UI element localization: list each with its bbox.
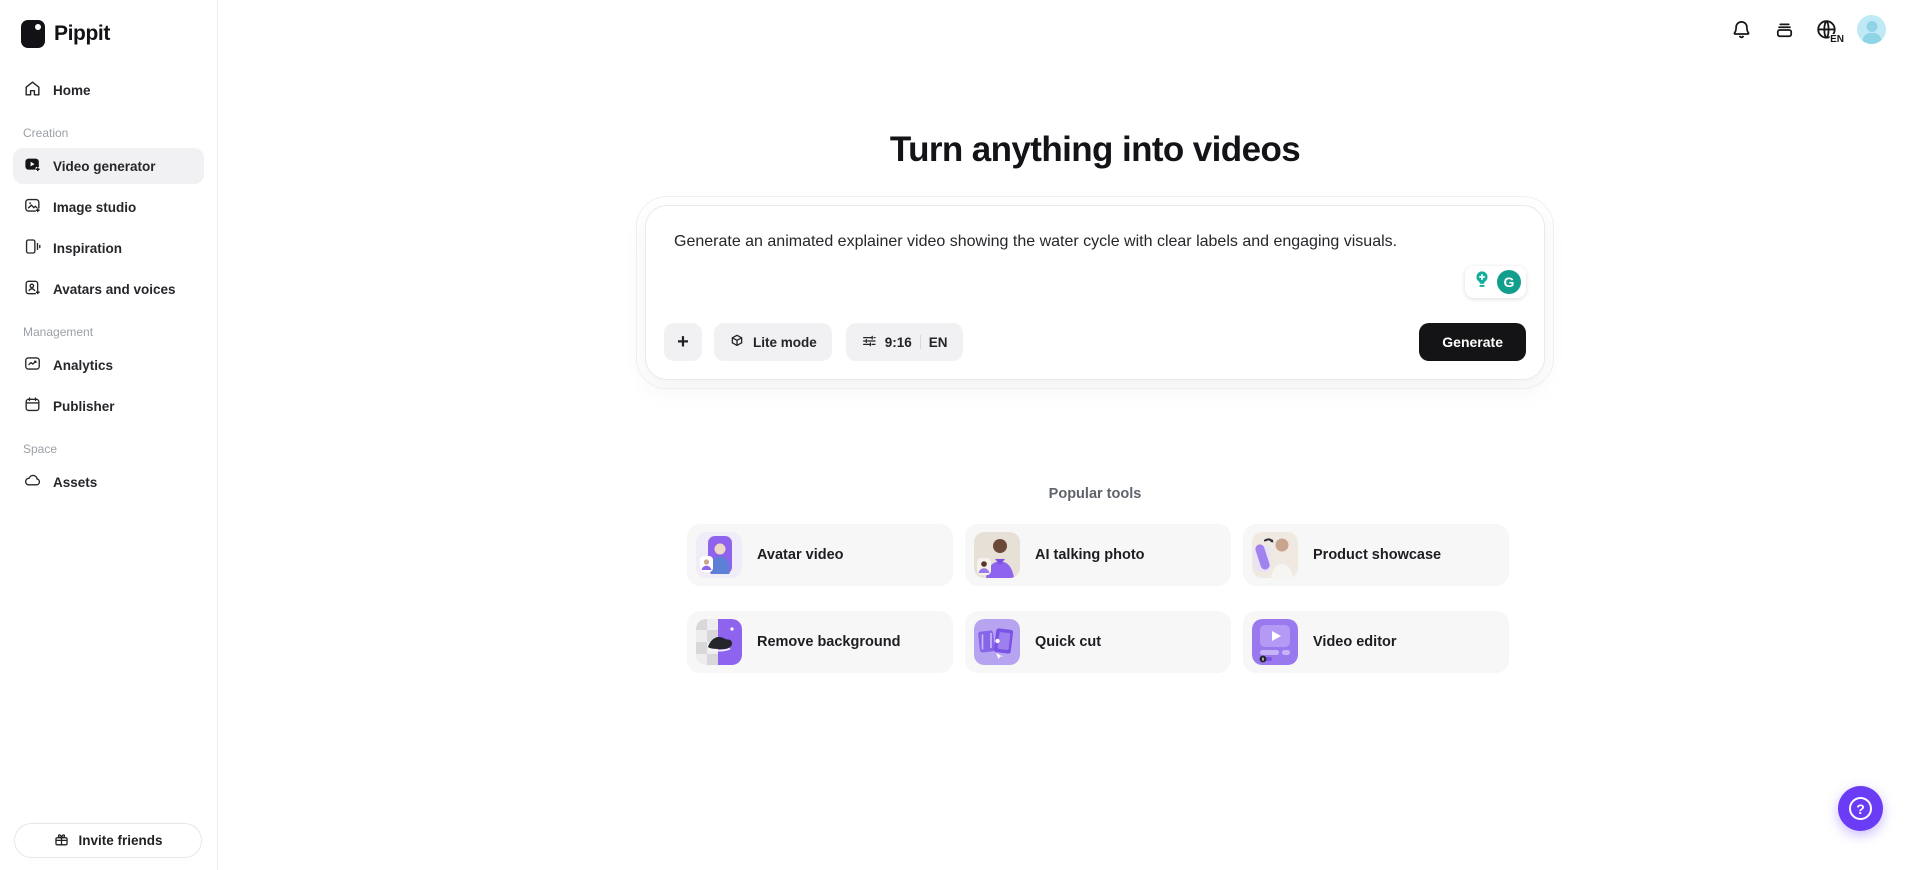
inspiration-icon — [23, 237, 42, 259]
sidebar-section-creation: Creation — [13, 126, 204, 140]
invite-friends-button[interactable]: Invite friends — [14, 823, 202, 858]
tool-label: AI talking photo — [1035, 547, 1145, 563]
avatars-and-voices-icon — [23, 278, 42, 300]
sidebar-item-label: Video generator — [53, 159, 156, 174]
sidebar-item-inspiration[interactable]: Inspiration — [13, 230, 204, 266]
sidebar-item-label: Image studio — [53, 200, 136, 215]
generate-button[interactable]: Generate — [1419, 323, 1526, 361]
tool-label: Video editor — [1313, 634, 1397, 650]
account-avatar[interactable] — [1857, 15, 1886, 44]
tool-card-quick-cut[interactable]: Quick cut — [965, 611, 1231, 673]
settings-sliders-icon — [861, 333, 877, 352]
help-button[interactable]: ? — [1838, 786, 1883, 831]
pippit-logo-icon — [21, 20, 45, 48]
language-globe-icon[interactable]: EN — [1814, 17, 1840, 43]
analytics-icon — [23, 354, 42, 376]
help-icon: ? — [1849, 797, 1872, 820]
ai-talking-photo-thumbnail — [974, 532, 1020, 578]
remove-background-thumbnail — [696, 619, 742, 665]
sidebar-item-label: Inspiration — [53, 241, 122, 256]
popular-tools-grid: Avatar video AI talking photo Product sh… — [687, 524, 1509, 673]
tool-card-ai-talking-photo[interactable]: AI talking photo — [965, 524, 1231, 586]
sidebar-item-home[interactable]: Home — [13, 72, 204, 108]
assets-cloud-icon — [23, 471, 42, 493]
grammarly-suggestion-icon — [1470, 268, 1494, 297]
sidebar-item-avatars-and-voices[interactable]: Avatars and voices — [13, 271, 204, 307]
popular-tools-title: Popular tools — [645, 486, 1545, 502]
header-actions: EN — [1728, 15, 1886, 44]
prompt-toolbar: + Lite mode 9:16 EN Generate — [664, 323, 1526, 361]
sidebar-item-publisher[interactable]: Publisher — [13, 388, 204, 424]
publisher-icon — [23, 395, 42, 417]
video-editor-thumbnail — [1252, 619, 1298, 665]
quick-cut-thumbnail — [974, 619, 1020, 665]
prompt-card: Generate an animated explainer video sho… — [645, 205, 1545, 380]
sidebar-item-assets[interactable]: Assets — [13, 464, 204, 500]
image-studio-icon — [23, 196, 42, 218]
product-showcase-thumbnail — [1252, 532, 1298, 578]
sidebar-item-label: Publisher — [53, 399, 115, 414]
grammarly-logo-icon: G — [1497, 270, 1521, 294]
add-attachment-button[interactable]: + — [664, 323, 702, 361]
pill-divider — [920, 335, 921, 349]
tool-label: Remove background — [757, 634, 900, 650]
sidebar: Pippit Home Creation Video generator Ima… — [0, 0, 218, 870]
pippit-app: Pippit Home Creation Video generator Ima… — [0, 0, 1920, 870]
home-icon — [23, 79, 42, 101]
voice-language-value: EN — [929, 335, 948, 350]
tool-label: Avatar video — [757, 547, 844, 563]
sidebar-section-space: Space — [13, 442, 204, 456]
lite-mode-selector[interactable]: Lite mode — [714, 323, 832, 361]
language-code: EN — [1830, 34, 1844, 45]
tool-card-remove-background[interactable]: Remove background — [687, 611, 953, 673]
sidebar-item-image-studio[interactable]: Image studio — [13, 189, 204, 225]
invite-friends-label: Invite friends — [78, 833, 162, 848]
avatar-video-thumbnail — [696, 532, 742, 578]
sidebar-item-label: Assets — [53, 475, 97, 490]
tool-card-video-editor[interactable]: Video editor — [1243, 611, 1509, 673]
tool-label: Quick cut — [1035, 634, 1101, 650]
export-queue-icon[interactable] — [1771, 17, 1797, 43]
page-title: Turn anything into videos — [645, 130, 1545, 170]
sidebar-section-management: Management — [13, 325, 204, 339]
sidebar-item-label: Analytics — [53, 358, 113, 373]
notifications-bell-icon[interactable] — [1728, 17, 1754, 43]
video-settings-selector[interactable]: 9:16 EN — [846, 323, 963, 361]
sidebar-item-video-generator[interactable]: Video generator — [13, 148, 204, 184]
lite-mode-label: Lite mode — [753, 335, 817, 350]
brand-logo[interactable]: Pippit — [13, 18, 204, 50]
sidebar-item-label: Home — [53, 83, 91, 98]
brand-name: Pippit — [54, 22, 110, 46]
grammarly-suggestions[interactable]: G — [1465, 266, 1526, 298]
sidebar-item-analytics[interactable]: Analytics — [13, 347, 204, 383]
sidebar-item-label: Avatars and voices — [53, 282, 176, 297]
tool-card-product-showcase[interactable]: Product showcase — [1243, 524, 1509, 586]
tool-label: Product showcase — [1313, 547, 1441, 563]
tool-card-avatar-video[interactable]: Avatar video — [687, 524, 953, 586]
video-generator-icon — [23, 155, 42, 177]
prompt-input[interactable]: Generate an animated explainer video sho… — [674, 230, 1510, 300]
model-cube-icon — [729, 333, 745, 352]
gift-icon — [53, 831, 70, 851]
aspect-ratio-value: 9:16 — [885, 335, 912, 350]
